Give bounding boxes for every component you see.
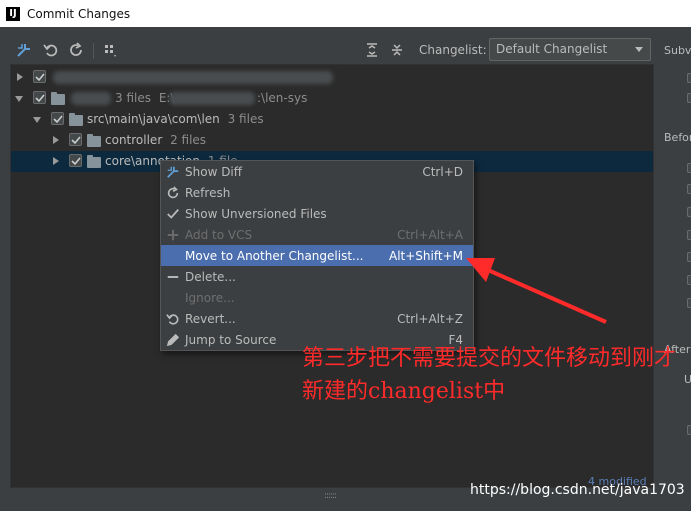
annotation-arrow-icon [466,258,607,324]
watermark-text: https://blog.csdn.net/java1703 [470,482,685,498]
annotation-text: 第三步把不需要提交的文件移动到刚才新建的changelist中 [302,346,677,404]
resize-grip-icon[interactable]: :::::: [324,491,337,501]
